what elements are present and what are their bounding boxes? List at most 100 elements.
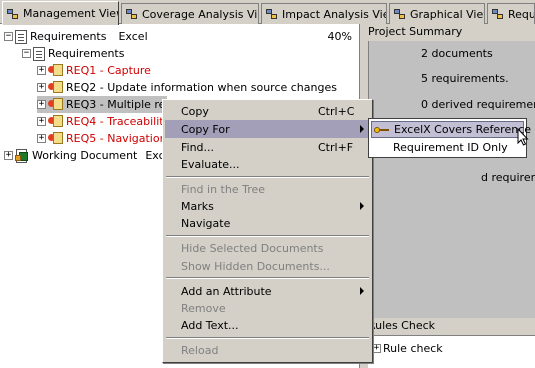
tab-label: Impact Analysis View	[282, 7, 387, 21]
requirement-icon	[48, 132, 63, 145]
tab-label: Requi	[508, 7, 534, 21]
tree-item-working-document[interactable]: + Working Document Excel	[4, 147, 175, 164]
menu-separator	[166, 235, 369, 237]
menu-separator	[166, 337, 369, 339]
submenu-arrow-icon	[360, 202, 364, 210]
menu-item-find[interactable]: Find... Ctrl+F	[165, 138, 370, 156]
tree-item-label: REQ4 - Traceability	[66, 115, 171, 128]
collapse-toggle[interactable]: −	[22, 49, 31, 58]
tree-item-label: REQ2 - Update information when source ch…	[66, 81, 337, 94]
tab-management-view[interactable]: Management View	[2, 1, 119, 25]
expand-toggle[interactable]: +	[372, 344, 381, 353]
menu-item-reload: Reload	[165, 341, 370, 359]
tree-item-label: REQ1 - Capture	[66, 64, 151, 77]
tree-item-req5[interactable]: + REQ5 - Navigation f	[37, 130, 174, 147]
tree-item-label: Working Document	[32, 149, 138, 162]
menu-item-marks[interactable]: Marks	[165, 197, 370, 215]
document-icon	[15, 29, 27, 44]
coverage-percent: 40%	[327, 30, 352, 43]
submenu-item-requirement-id-only[interactable]: Requirement ID Only	[371, 139, 524, 156]
expand-toggle[interactable]: +	[37, 100, 46, 109]
rules-check-panel: + Rule check	[368, 335, 535, 368]
view-tab-bar: Management View Coverage Analysis View I…	[0, 0, 535, 25]
requirement-icon	[48, 64, 63, 77]
requirement-icon	[48, 115, 63, 128]
tab-requirements-view[interactable]: Requi	[487, 3, 535, 24]
menu-item-evaluate[interactable]: Evaluate...	[165, 155, 370, 173]
menu-item-label: Find in the Tree	[181, 182, 266, 196]
menu-item-label: Add Text...	[181, 318, 239, 332]
menu-item-label: Add an Attribute	[181, 284, 272, 298]
expand-toggle[interactable]: +	[4, 151, 13, 160]
menu-item-hide-selected-documents: Hide Selected Documents	[165, 239, 370, 257]
menu-item-label: Navigate	[181, 216, 231, 230]
copy-for-submenu: ExcelX Covers Reference Requirement ID O…	[368, 118, 531, 158]
excel-document-icon	[15, 148, 29, 163]
tab-graphical-view[interactable]: Graphical View	[389, 3, 485, 24]
menu-separator	[166, 277, 369, 279]
expand-toggle[interactable]: +	[37, 134, 46, 143]
tab-coverage-analysis-view[interactable]: Coverage Analysis View	[121, 3, 259, 24]
menu-item-label: Remove	[181, 301, 226, 315]
context-menu: Copy Ctrl+C Copy For Find... Ctrl+F Eval…	[162, 99, 373, 363]
menu-separator	[166, 176, 369, 178]
menu-item-show-hidden-documents: Show Hidden Documents...	[165, 257, 370, 275]
coverage-analysis-icon	[125, 7, 139, 21]
menu-item-add-attribute[interactable]: Add an Attribute	[165, 282, 370, 300]
tab-label: Management View	[23, 7, 119, 20]
submenu-arrow-icon	[360, 287, 364, 295]
requirement-icon	[48, 98, 63, 111]
project-summary-panel: Project Summary 2 documents 5 requiremen…	[362, 24, 535, 368]
graphical-view-icon	[393, 7, 407, 21]
tree-root-type: Excel	[118, 30, 148, 43]
tab-label: Coverage Analysis View	[142, 7, 258, 21]
tree-root-requirements[interactable]: − Requirements Excel 40%	[4, 28, 356, 45]
menu-item-copy[interactable]: Copy Ctrl+C	[165, 102, 370, 120]
tree-item-req2[interactable]: + REQ2 - Update information when source …	[37, 79, 337, 96]
menu-item-label: Evaluate...	[181, 157, 240, 171]
menu-item-label: Hide Selected Documents	[181, 241, 324, 255]
management-view-icon	[6, 7, 20, 21]
tree-item-req1[interactable]: + REQ1 - Capture	[37, 62, 151, 79]
tree-folder-requirements[interactable]: − Requirements	[22, 45, 124, 62]
submenu-item-label: ExcelX Covers Reference	[394, 123, 532, 136]
menu-item-navigate[interactable]: Navigate	[165, 214, 370, 232]
key-icon	[374, 124, 390, 136]
rules-check-label: Rule check	[383, 342, 443, 355]
menu-item-label: Show Hidden Documents...	[181, 259, 330, 273]
expand-toggle[interactable]: +	[37, 66, 46, 75]
menu-item-remove: Remove	[165, 299, 370, 317]
menu-item-label: Copy	[181, 104, 209, 118]
requirements-view-icon	[491, 7, 505, 21]
tree-item-req4[interactable]: + REQ4 - Traceability	[37, 113, 170, 130]
summary-partial-line: d requirem	[481, 171, 535, 184]
requirement-icon	[48, 81, 63, 94]
submenu-arrow-icon	[360, 125, 364, 133]
tree-item-req3[interactable]: + REQ3 - Multiple requ	[37, 96, 179, 113]
rules-check-item[interactable]: + Rule check	[372, 340, 443, 357]
menu-item-label: Marks	[181, 199, 214, 213]
rules-check-title: Rules Check	[362, 318, 535, 334]
menu-item-add-text[interactable]: Add Text...	[165, 316, 370, 334]
collapse-toggle[interactable]: −	[4, 32, 13, 41]
menu-item-copy-for[interactable]: Copy For	[165, 120, 370, 138]
menu-item-label: Find...	[181, 140, 215, 154]
mouse-cursor-icon	[517, 128, 529, 146]
folder-document-icon	[33, 46, 45, 61]
tab-impact-analysis-view[interactable]: Impact Analysis View	[261, 3, 387, 24]
submenu-item-excelx-covers-reference[interactable]: ExcelX Covers Reference	[371, 121, 531, 138]
expand-toggle[interactable]: +	[37, 83, 46, 92]
menu-item-label: Copy For	[181, 122, 230, 136]
summary-requirements-count: 5 requirements.	[421, 72, 509, 85]
menu-item-label: Reload	[181, 343, 219, 357]
menu-item-shortcut: Ctrl+C	[318, 104, 355, 118]
summary-derived-count: 0 derived requirements.	[421, 98, 535, 111]
tree-root-label: Requirements	[30, 30, 107, 43]
tab-label: Graphical View	[410, 7, 485, 21]
tree-folder-label: Requirements	[48, 47, 125, 60]
expand-toggle[interactable]: +	[37, 117, 46, 126]
summary-documents-count: 2 documents	[421, 47, 493, 60]
menu-item-find-in-tree: Find in the Tree	[165, 180, 370, 198]
project-summary-body: 2 documents 5 requirements. 0 derived re…	[368, 41, 535, 327]
impact-analysis-icon	[265, 7, 279, 21]
